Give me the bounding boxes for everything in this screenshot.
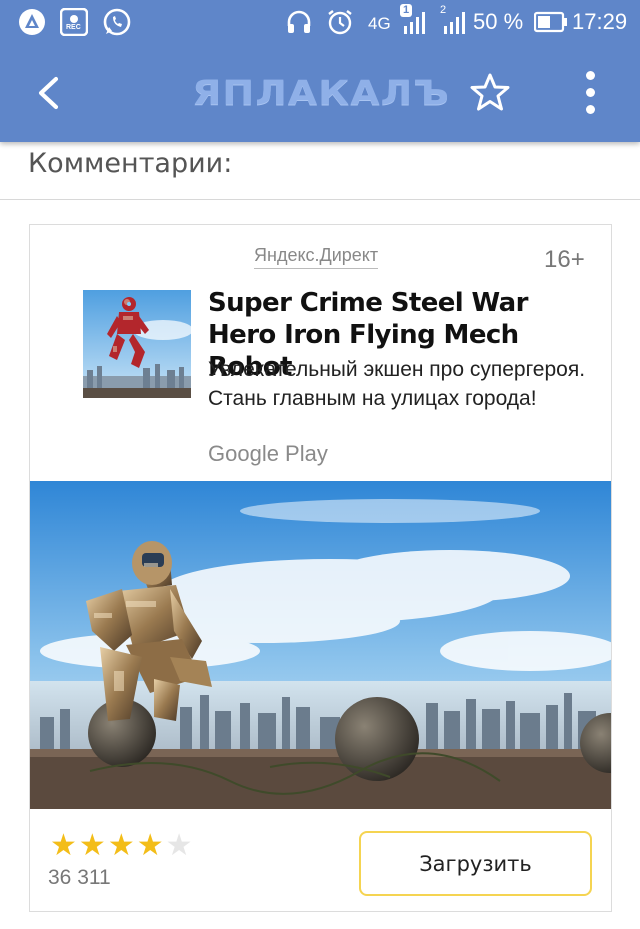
battery-icon xyxy=(534,7,568,37)
site-logo[interactable]: ЯПЛАКАЛЪ xyxy=(192,71,449,115)
ad-card[interactable]: Яндекс.Директ 16+ Super Crime Steel War … xyxy=(29,224,612,912)
screen-record-icon: REC xyxy=(60,7,88,37)
back-arrow-icon xyxy=(38,76,59,110)
back-button[interactable] xyxy=(24,68,74,118)
favorite-button[interactable] xyxy=(464,66,516,118)
ad-description: Увлекательный экшен про супергероя. Стан… xyxy=(208,358,586,410)
rating-count: 36 311 xyxy=(48,866,111,889)
alarm-icon xyxy=(326,7,354,37)
ad-banner-image[interactable] xyxy=(30,481,611,809)
app-thumbnail[interactable] xyxy=(83,290,191,398)
more-vertical-icon[interactable] xyxy=(566,66,614,118)
star-filled-icon: ★ xyxy=(78,829,106,862)
star-filled-icon: ★ xyxy=(136,829,164,862)
star-filled-icon: ★ xyxy=(50,829,77,862)
star-empty-icon: ★ xyxy=(165,829,193,862)
sim1-badge: 1 xyxy=(400,4,413,17)
download-button[interactable]: Загрузить xyxy=(359,831,592,896)
network-type: 4G xyxy=(368,14,391,33)
app-logo-icon xyxy=(18,7,46,37)
signal-icon: 1 xyxy=(400,4,430,37)
rec-label: REC xyxy=(66,24,81,31)
comments-heading: Комментарии: xyxy=(28,148,233,179)
app-header: REC 4G 1 2 50 % 17:29 ЯПЛАКАЛЪ xyxy=(0,0,640,142)
clock: 17:29 xyxy=(572,9,628,34)
toolbar: ЯПЛАКАЛЪ xyxy=(0,44,640,142)
star-outline-icon xyxy=(470,73,510,111)
ad-store-label: Google Play xyxy=(208,441,328,466)
ad-source-link[interactable]: Яндекс.Директ xyxy=(254,243,379,269)
whatsapp-icon xyxy=(102,7,132,37)
signal-icon-sim2: 2 xyxy=(440,4,470,37)
rating-stars: ★ ★ ★ ★ ★ xyxy=(50,831,193,861)
sim2-badge: 2 xyxy=(440,4,447,16)
divider xyxy=(0,199,640,200)
headphones-icon xyxy=(285,7,313,37)
star-filled-icon: ★ xyxy=(107,829,135,862)
status-bar: REC 4G 1 2 50 % 17:29 xyxy=(0,0,640,44)
battery-percent: 50 % xyxy=(473,9,524,34)
age-rating: 16+ xyxy=(544,246,585,273)
